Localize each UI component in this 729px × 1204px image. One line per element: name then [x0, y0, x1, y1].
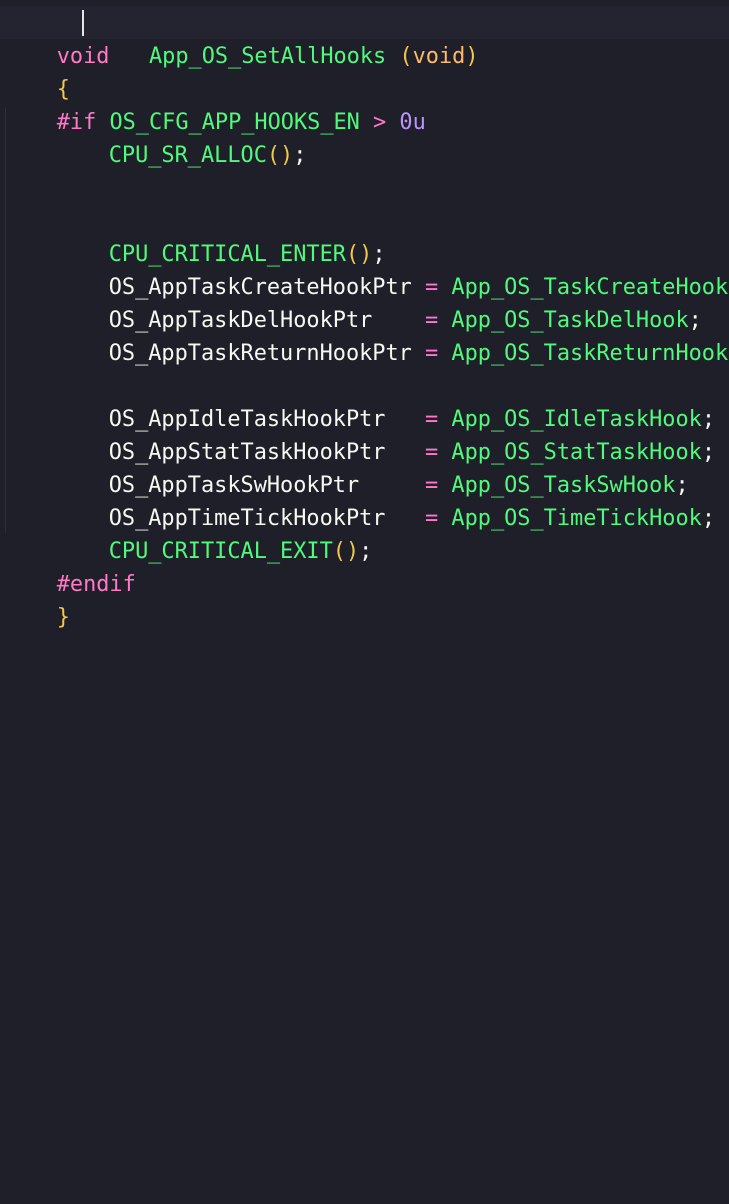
assignment-operator: =	[425, 341, 439, 366]
code-line-assignment[interactable]: OS_AppTimeTickHookPtr = App_OS_TimeTickH…	[56, 469, 715, 531]
param-type: void	[412, 44, 466, 69]
assignment-lhs: OS_AppTaskReturnHookPtr	[108, 341, 412, 366]
assignment-rhs: App_OS_TaskReturnHook	[451, 341, 729, 366]
critical-exit-parens: ()	[332, 539, 360, 564]
function-name: App_OS_SetAllHooks	[148, 44, 387, 69]
assignment-operator: =	[425, 506, 439, 531]
sr-alloc-parens: ()	[266, 143, 294, 168]
code-line-assignment[interactable]: OS_AppIdleTaskHookPtr = App_OS_IdleTaskH…	[56, 370, 715, 432]
code-line-critical-exit[interactable]: CPU_CRITICAL_EXIT();	[56, 502, 373, 564]
code-line-assignment[interactable]: OS_AppTaskSwHookPtr = App_OS_TaskSwHook;	[56, 436, 689, 498]
critical-exit-call: CPU_CRITICAL_EXIT	[108, 539, 333, 564]
text-cursor	[82, 10, 84, 36]
code-line-assignment[interactable]: OS_AppTaskCreateHookPtr = App_OS_TaskCre…	[56, 238, 729, 300]
critical-exit-semicolon: ;	[359, 539, 373, 564]
code-line-close-brace[interactable]: }	[4, 568, 70, 630]
code-line-signature[interactable]: void App_OS_SetAllHooks (void)	[4, 7, 479, 69]
code-line-assignment[interactable]: OS_AppStatTaskHookPtr = App_OS_StatTaskH…	[56, 403, 715, 465]
code-line-sr-alloc[interactable]: CPU_SR_ALLOC();	[56, 106, 307, 168]
code-line-assignment[interactable]: OS_AppTaskReturnHookPtr = App_OS_TaskRet…	[56, 304, 729, 366]
code-editor[interactable]: void App_OS_SetAllHooks (void) { #if OS_…	[0, 0, 729, 630]
sr-alloc-semicolon: ;	[293, 143, 307, 168]
open-paren: (	[399, 44, 413, 69]
sr-alloc-call: CPU_SR_ALLOC	[108, 143, 267, 168]
if-operator: >	[373, 110, 387, 135]
assignment-rhs: App_OS_TimeTickHook	[451, 506, 702, 531]
code-line-critical-enter[interactable]: CPU_CRITICAL_ENTER();	[56, 205, 386, 267]
close-brace: }	[56, 605, 70, 630]
code-line-if-directive[interactable]: #if OS_CFG_APP_HOOKS_EN > 0u	[4, 73, 426, 135]
code-line-endif[interactable]: #endif	[4, 535, 136, 597]
close-paren: )	[465, 44, 479, 69]
if-value: 0u	[399, 110, 426, 135]
code-line-assignment[interactable]: OS_AppTaskDelHookPtr = App_OS_TaskDelHoo…	[56, 271, 702, 333]
code-line-open-brace[interactable]: {	[4, 40, 70, 102]
